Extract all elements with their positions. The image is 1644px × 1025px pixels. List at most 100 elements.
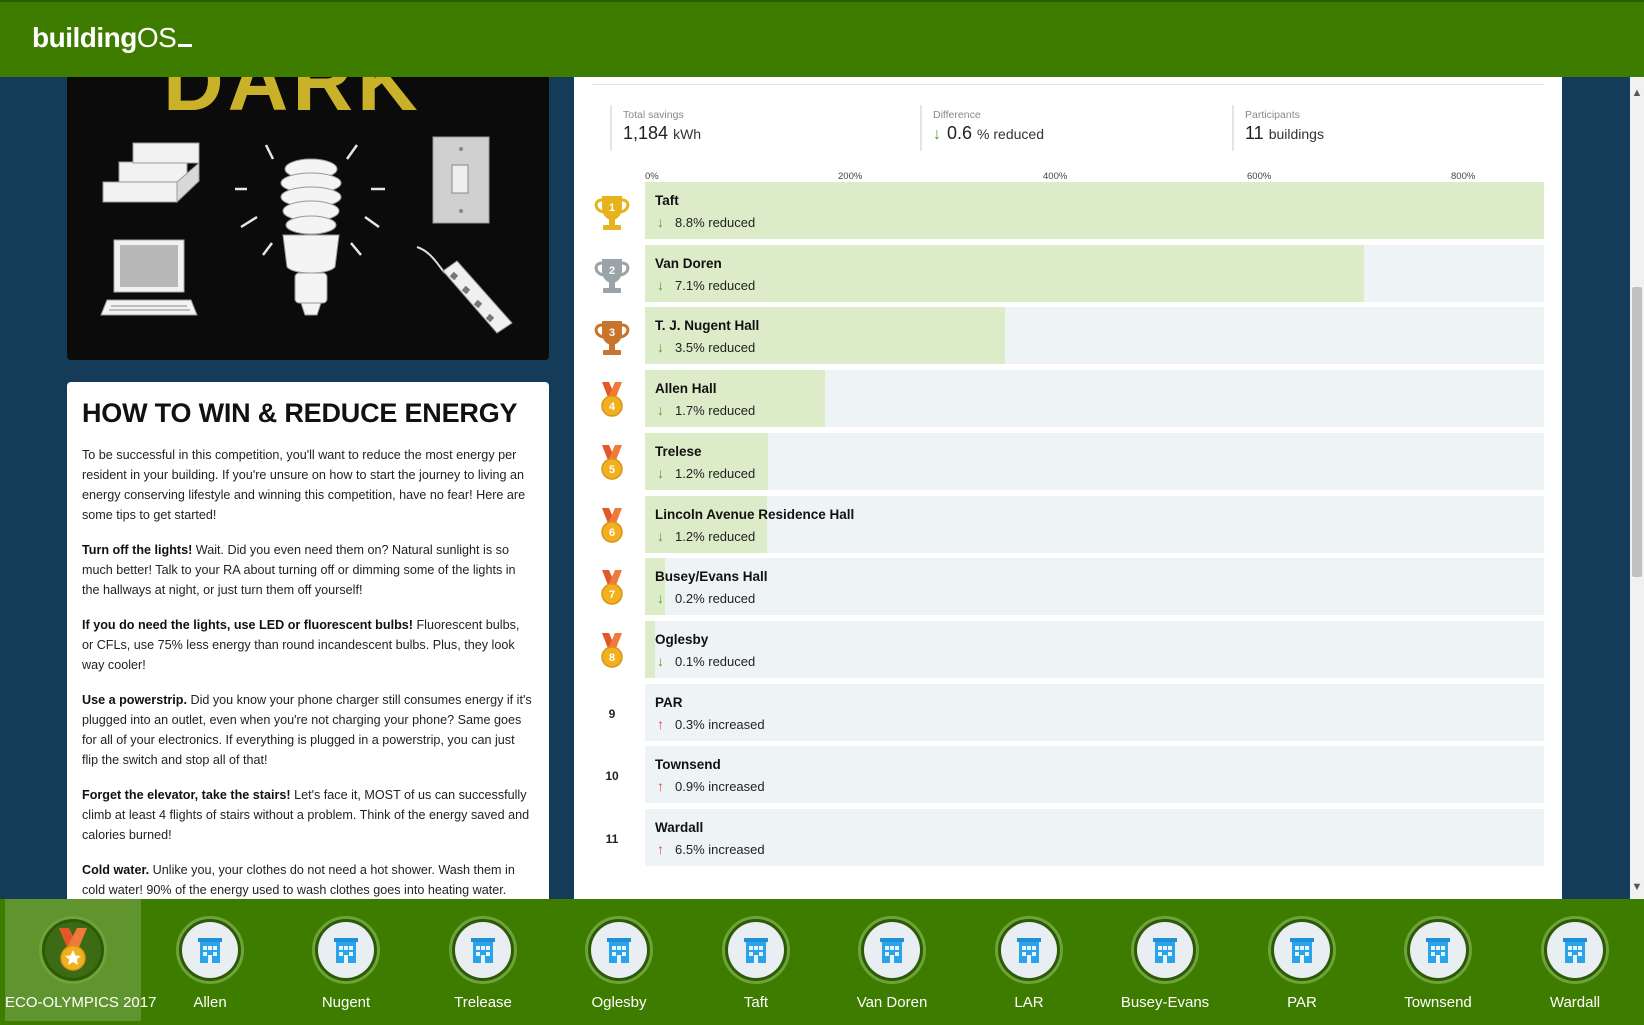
medal-icon: 4: [590, 378, 634, 422]
nav-label: PAR: [1287, 994, 1317, 1011]
svg-text:1: 1: [609, 202, 615, 214]
nav-item-trelease[interactable]: Trelease: [415, 899, 551, 1021]
leaderboard-row[interactable]: 1 Taft ↓ 8.8% reduced: [574, 182, 1562, 239]
nav-item-van-doren[interactable]: Van Doren: [824, 899, 960, 1021]
scroll-up-icon[interactable]: ▲: [1630, 85, 1644, 101]
nav-item-allen[interactable]: Allen: [142, 899, 278, 1021]
nav-item-wardall[interactable]: Wardall: [1507, 899, 1643, 1021]
leaderboard-row[interactable]: 4 Allen Hall ↓ 1.7% reduced: [574, 370, 1562, 428]
bar-track: [645, 558, 1544, 616]
axis-tick: 200%: [838, 171, 863, 182]
leaderboard-row[interactable]: 7 Busey/Evans Hall ↓ 0.2% reduced: [574, 558, 1562, 616]
nav-item-par[interactable]: PAR: [1234, 899, 1370, 1021]
rank-number: 9: [608, 706, 616, 721]
bar-fill: [645, 307, 1005, 365]
powerstrip-icon: [416, 246, 513, 334]
nav-avatar: [858, 916, 926, 984]
bar-track: [645, 244, 1544, 302]
change-label: ↓ 3.5% reduced: [657, 339, 755, 355]
building-name: Allen Hall: [655, 381, 717, 397]
nav-avatar: [449, 916, 517, 984]
tip-stairs: Forget the elevator, take the stairs! Le…: [82, 788, 530, 842]
leaderboard-row[interactable]: 3 T. J. Nugent Hall ↓ 3.5% reduced: [574, 307, 1562, 365]
svg-text:8: 8: [609, 652, 615, 664]
change-text: 0.1% reduced: [675, 653, 756, 669]
arrow-down-icon: ↓: [657, 339, 664, 356]
nav-avatar: [1404, 916, 1472, 984]
scroll-thumb[interactable]: [1632, 287, 1642, 577]
tips-title: HOW TO WIN & REDUCE ENERGY: [82, 398, 518, 428]
change-text: 0.2% reduced: [675, 591, 756, 607]
leaderboard-row[interactable]: 8 Oglesby ↓ 0.1% reduced: [574, 620, 1562, 678]
change-label: ↑ 6.5% increased: [657, 841, 765, 857]
change-label: ↓ 0.2% reduced: [657, 590, 755, 606]
nav-item-busey-evans[interactable]: Busey-Evans: [1097, 899, 1233, 1021]
energy-tips-illustration: DARK: [67, 77, 549, 360]
arrow-down-icon: ↓: [657, 527, 664, 544]
bar-track: [645, 182, 1544, 239]
trophy-icon: 2: [590, 253, 634, 297]
nav-avatar: [39, 916, 107, 984]
building-name: Trelese: [655, 443, 702, 459]
leaderboard-row[interactable]: 6 Lincoln Avenue Residence Hall ↓ 1.2% redu…: [574, 495, 1562, 553]
nav-label: Taft: [743, 994, 769, 1011]
building-nav-bar: ECO-OLYMPICS 2017 Allen Nugent Trelease Ogle…: [0, 899, 1644, 1025]
change-text: 3.5% reduced: [675, 340, 756, 356]
trophy-icon: 3: [590, 315, 634, 359]
tips-intro: To be successful in this competition, yo…: [82, 448, 526, 522]
bar-track: [645, 432, 1544, 490]
leaderboard-row[interactable]: 11 Wardall ↑ 6.5% increased: [574, 809, 1562, 866]
top-bar: buildingOS: [0, 0, 1644, 77]
bar-track: [645, 809, 1544, 866]
tip-lights: Turn off the lights! Wait. Did you even …: [82, 543, 516, 597]
nav-item-lar[interactable]: LAR: [961, 899, 1097, 1021]
nav-item-taft[interactable]: Taft: [688, 899, 824, 1021]
change-label: ↑ 0.3% increased: [657, 716, 765, 732]
scroll-down-icon[interactable]: ▼: [1630, 879, 1644, 895]
axis-tick: 0%: [645, 171, 659, 182]
change-label: ↓ 1.2% reduced: [657, 465, 755, 481]
medal-icon: [45, 922, 101, 978]
rank-number: 11: [605, 832, 619, 846]
building-name: Busey/Evans Hall: [655, 569, 768, 585]
change-text: 1.2% reduced: [675, 528, 756, 544]
bar-track: [645, 683, 1544, 741]
nav-avatar: [1541, 916, 1609, 984]
nav-label: Townsend: [1404, 994, 1472, 1011]
nav-item-nugent[interactable]: Nugent: [278, 899, 414, 1021]
leaderboard-row[interactable]: 9 PAR ↑ 0.3% increased: [574, 683, 1562, 741]
leaderboard-row[interactable]: 2 Van Doren ↓ 7.1% reduced: [574, 244, 1562, 302]
nav-label: LAR: [1014, 994, 1044, 1011]
nav-label: Nugent: [321, 994, 371, 1011]
nav-label: Wardall: [1549, 994, 1601, 1011]
tip-bulbs: If you do need the lights, use LED or fl…: [82, 618, 520, 672]
trophy-icon: 1: [590, 190, 634, 234]
buildingos-logo[interactable]: buildingOS: [32, 22, 193, 54]
svg-text:4: 4: [609, 401, 616, 413]
arrow-up-icon: ↑: [657, 715, 664, 732]
nav-label: Van Doren: [856, 994, 928, 1011]
change-label: ↓ 1.2% reduced: [657, 528, 755, 544]
nav-avatar: [585, 916, 653, 984]
page-scrollbar[interactable]: ▲ ▼: [1630, 77, 1644, 899]
axis-tick: 600%: [1247, 171, 1272, 182]
leaderboard-row[interactable]: 10 Townsend ↑ 0.9% increased: [574, 746, 1562, 804]
nav-item-eco-olympics-2017[interactable]: ECO-OLYMPICS 2017: [5, 899, 156, 1021]
nav-label: Trelease: [454, 994, 512, 1011]
nav-avatar: [995, 916, 1063, 984]
stat-participants: Participants 11 buildings: [1232, 105, 1324, 151]
nav-avatar: [722, 916, 790, 984]
bulb-icon: [235, 144, 385, 316]
building-icon: [182, 922, 238, 978]
building-name: Taft: [655, 193, 679, 208]
svg-text:7: 7: [609, 589, 615, 601]
stairs-icon: [102, 142, 200, 204]
nav-item-oglesby[interactable]: Oglesby: [551, 899, 687, 1021]
arrow-down-icon: ↓: [657, 402, 664, 419]
stat-total-savings: Total savings 1,184 kWh: [610, 105, 701, 151]
tips-card: HOW TO WIN & REDUCE ENERGY To be success…: [67, 382, 549, 902]
building-icon: [318, 922, 374, 978]
bar-fill: [645, 558, 665, 616]
leaderboard-row[interactable]: 5 Trelese ↓ 1.2% reduced: [574, 432, 1562, 490]
nav-item-townsend[interactable]: Townsend: [1370, 899, 1506, 1021]
